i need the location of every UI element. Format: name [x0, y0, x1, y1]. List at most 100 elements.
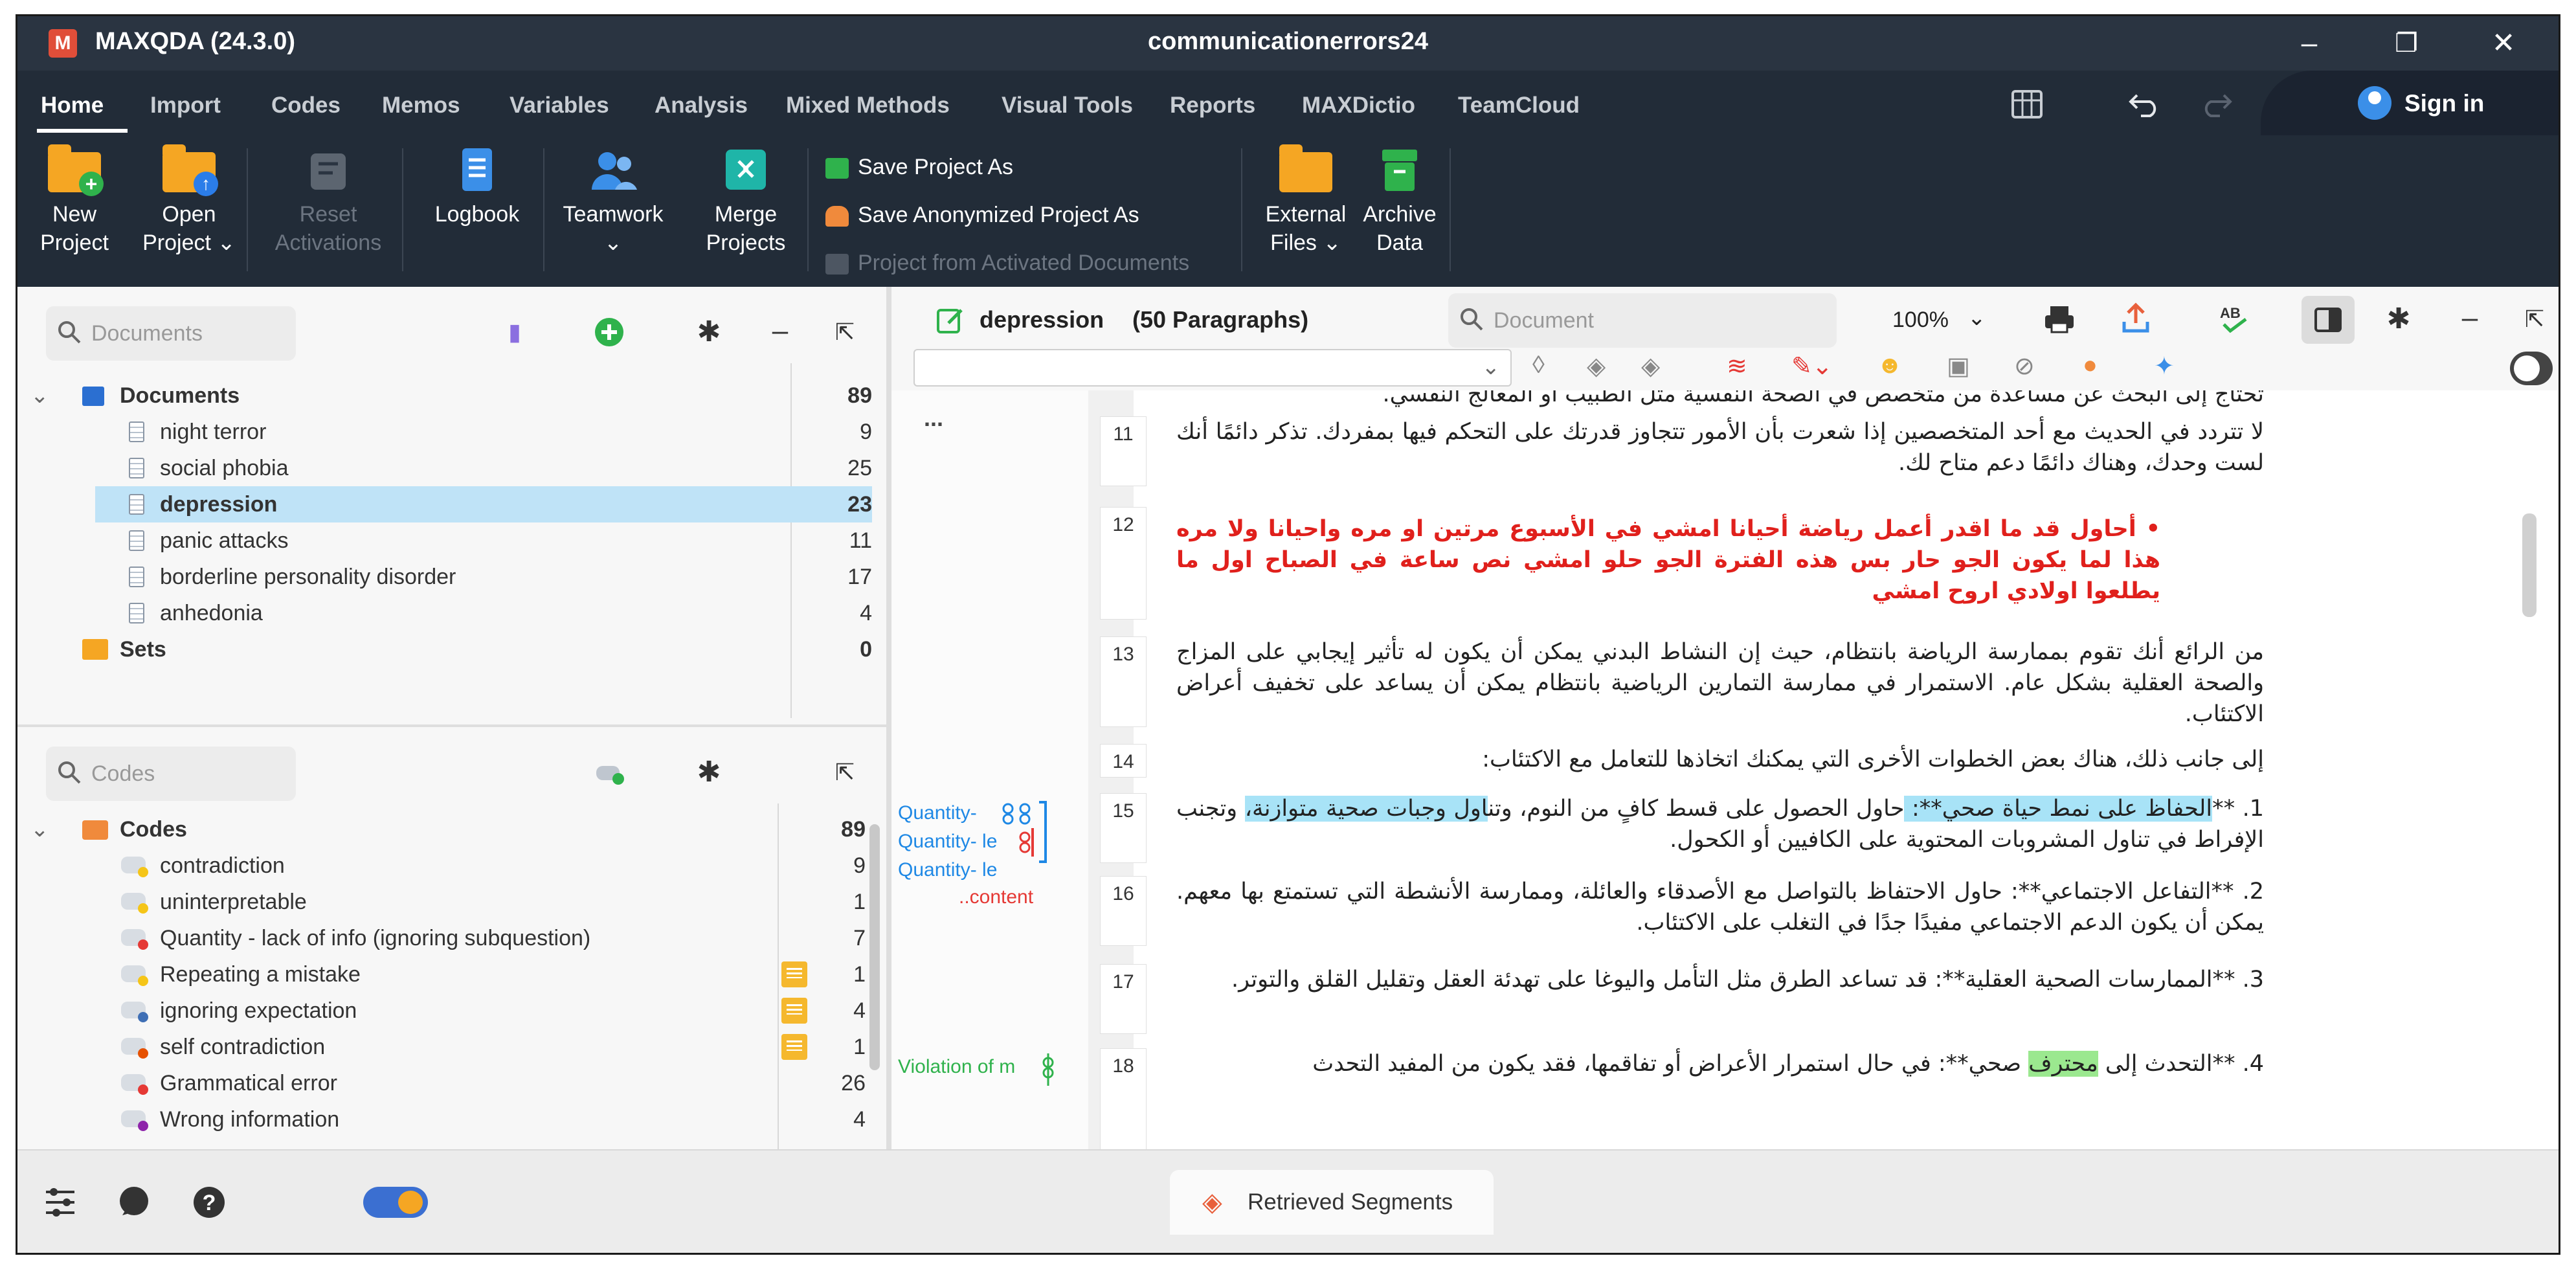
close-button[interactable]: ✕: [2478, 23, 2529, 64]
edit-mode-toggle[interactable]: [2510, 352, 2553, 385]
document-row[interactable]: depression 23: [17, 486, 886, 522]
redo-icon[interactable]: [2199, 91, 2233, 117]
code-stripe-label-quantity[interactable]: Quantity- le: [898, 831, 997, 853]
highlighter-icon[interactable]: ✎⌄: [1791, 352, 1833, 381]
tab-home[interactable]: Home: [41, 93, 104, 118]
archive-data-button[interactable]: Archive Data: [1351, 144, 1448, 257]
code-stripe-label-quantity[interactable]: Quantity-: [898, 802, 977, 824]
tab-memos[interactable]: Memos: [382, 93, 460, 118]
teamwork-button[interactable]: Teamwork ⌄: [555, 144, 671, 257]
codes-root-row[interactable]: ⌄ Codes 89: [17, 811, 886, 848]
open-project-button[interactable]: ↑ Open Project ⌄: [140, 144, 238, 257]
coded-segment-violation[interactable]: محترف: [2028, 1051, 2098, 1077]
settings-gear-icon[interactable]: ✱: [691, 314, 727, 350]
merge-projects-button[interactable]: Merge Projects: [691, 144, 801, 257]
coding-toolbar: ◊ ◈ ◈ ≋ ✎⌄ ☻ ▣ ⊘ ● ✦: [1532, 352, 2245, 388]
code-with-new-code-icon[interactable]: ◈: [1587, 352, 1606, 381]
documents-search-input[interactable]: Documents: [46, 306, 296, 361]
sliders-icon[interactable]: [41, 1183, 80, 1222]
undock-pane-icon[interactable]: ⇱: [2516, 301, 2553, 337]
undo-icon[interactable]: [2128, 91, 2162, 117]
sets-row[interactable]: Sets 0: [17, 631, 886, 668]
toggle-panel-button[interactable]: [2302, 296, 2355, 344]
edit-document-icon[interactable]: [935, 306, 964, 335]
code-row[interactable]: Grammatical error 26: [17, 1065, 886, 1101]
code-filter-dropdown[interactable]: ⌄: [913, 349, 1512, 387]
export-icon[interactable]: [2120, 302, 2151, 335]
save-anonymized-button[interactable]: Save Anonymized Project As: [825, 203, 1139, 228]
tab-visual-tools[interactable]: Visual Tools: [1002, 93, 1133, 118]
code-label: Quantity - lack of info (ignoring subque…: [160, 926, 591, 950]
chat-icon[interactable]: [115, 1183, 153, 1222]
ribbon-separator: [402, 148, 403, 271]
document-row[interactable]: anhedonia 4: [17, 595, 886, 631]
add-document-icon[interactable]: [591, 314, 627, 350]
layout-grid-icon[interactable]: [2011, 90, 2043, 118]
documents-root-row[interactable]: ⌄ Documents 89: [17, 377, 886, 414]
minimize-pane-icon[interactable]: –: [762, 313, 798, 349]
zoom-level[interactable]: 100%: [1892, 308, 1949, 333]
link-icon[interactable]: ⊘: [2014, 352, 2035, 381]
document-scrollbar[interactable]: [2522, 513, 2537, 617]
coded-segment-quantity[interactable]: الحفاظ على نمط حياة صحي**:: [1904, 796, 2213, 822]
code-row[interactable]: self contradiction 1: [17, 1029, 886, 1065]
document-row[interactable]: panic attacks 11: [17, 522, 886, 559]
memo-icon[interactable]: ▣: [1947, 352, 1970, 381]
new-project-button[interactable]: + New Project: [36, 144, 113, 257]
print-icon[interactable]: [2043, 304, 2076, 335]
zoom-chevron-icon[interactable]: ⌄: [1967, 305, 1986, 331]
minimize-pane-icon[interactable]: –: [2452, 300, 2488, 336]
undock-pane-icon[interactable]: ⇱: [827, 314, 863, 350]
undock-pane-icon[interactable]: ⇱: [827, 754, 863, 791]
vertical-splitter[interactable]: [886, 287, 891, 1149]
tab-reports[interactable]: Reports: [1170, 93, 1255, 118]
code-with-favorites-icon[interactable]: ◈: [1641, 352, 1660, 381]
tab-maxdictio[interactable]: MAXDictio: [1302, 93, 1415, 118]
collapse-chevron-icon[interactable]: ⌄: [30, 377, 49, 414]
new-code-icon[interactable]: [592, 754, 629, 791]
code-row[interactable]: Quantity - lack of info (ignoring subque…: [17, 920, 886, 956]
coded-segment-quantity[interactable]: اول وجبات صحية متوازنة،: [1244, 796, 1488, 822]
emoji-icon[interactable]: ☻: [1877, 352, 1903, 379]
spellcheck-icon[interactable]: AB: [2217, 302, 2252, 335]
code-stripe-label-content[interactable]: ..content: [959, 886, 1033, 908]
help-icon[interactable]: ?: [190, 1183, 229, 1222]
ai-assist-icon[interactable]: ✦: [2154, 352, 2175, 381]
code-row[interactable]: Repeating a mistake 1: [17, 956, 886, 993]
comment-icon[interactable]: ●: [2083, 352, 2098, 379]
project-from-activated-button[interactable]: Project from Activated Documents: [825, 251, 1189, 276]
tab-variables[interactable]: Variables: [510, 93, 609, 118]
maximize-button[interactable]: ❐: [2380, 23, 2432, 64]
tab-teamcloud[interactable]: TeamCloud: [1458, 93, 1580, 118]
document-row[interactable]: social phobia 25: [17, 450, 886, 486]
logbook-button[interactable]: Logbook: [419, 144, 535, 229]
code-row[interactable]: contradiction 9: [17, 848, 886, 884]
code-row[interactable]: uninterpretable 1: [17, 884, 886, 920]
document-row[interactable]: night terror 9: [17, 414, 886, 450]
code-stripe-label-quantity[interactable]: Quantity- le: [898, 859, 997, 881]
tab-codes[interactable]: Codes: [271, 93, 341, 118]
settings-gear-icon[interactable]: ✱: [2380, 301, 2417, 337]
minimize-button[interactable]: –: [2283, 23, 2335, 64]
code-row[interactable]: Wrong information 4: [17, 1101, 886, 1138]
collapse-chevron-icon[interactable]: ⌄: [30, 811, 49, 848]
activation-toggle[interactable]: [363, 1187, 428, 1218]
tab-analysis[interactable]: Analysis: [655, 93, 748, 118]
document-search-input[interactable]: Document: [1448, 293, 1837, 348]
code-stripe-label-violation[interactable]: Violation of m: [898, 1056, 1015, 1078]
codes-search-input[interactable]: Codes: [46, 747, 296, 801]
settings-gear-icon[interactable]: ✱: [691, 754, 727, 791]
external-files-button[interactable]: External Files ⌄: [1251, 144, 1361, 257]
code-row[interactable]: ignoring expectation 4: [17, 993, 886, 1029]
tab-mixed-methods[interactable]: Mixed Methods: [786, 93, 950, 118]
more-options-icon[interactable]: ...: [924, 405, 943, 432]
emoticode-icon[interactable]: ≋: [1727, 352, 1747, 381]
document-row[interactable]: borderline personality disorder 17: [17, 559, 886, 595]
reset-activations-button[interactable]: Reset Activations: [263, 144, 393, 257]
retrieved-segments-tab[interactable]: ◈ Retrieved Segments: [1170, 1170, 1494, 1235]
sign-in-button[interactable]: Sign in: [2261, 71, 2559, 135]
save-project-as-button[interactable]: Save Project As: [825, 155, 1013, 180]
tab-import[interactable]: Import: [150, 93, 221, 118]
code-icon[interactable]: ◊: [1532, 352, 1545, 379]
copy-docs-icon[interactable]: ▮: [497, 314, 533, 350]
